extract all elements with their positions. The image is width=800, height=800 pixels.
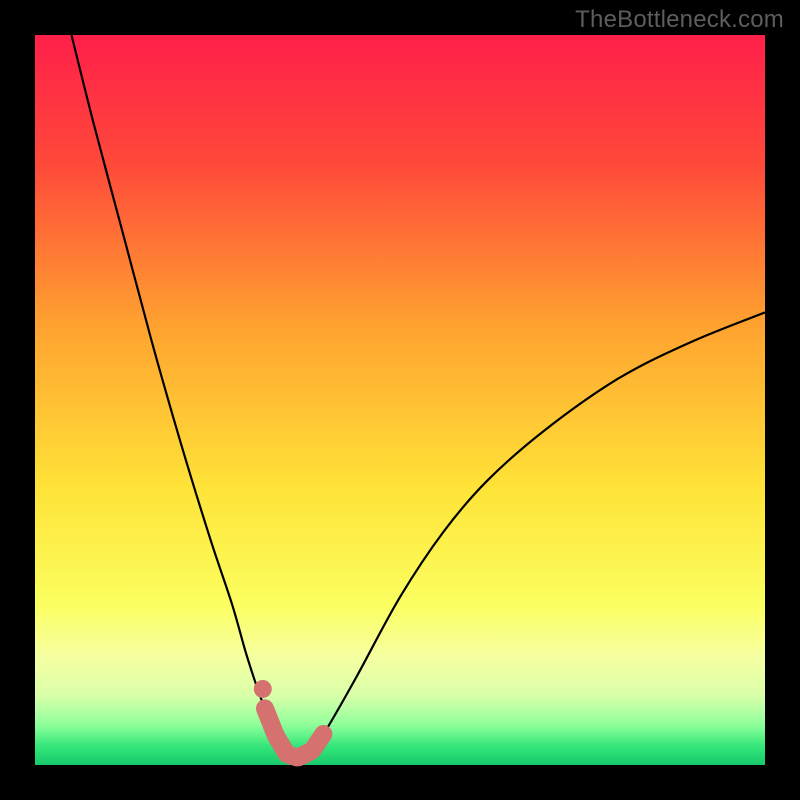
highlight-dot-extra xyxy=(258,704,274,720)
bottleneck-curve xyxy=(72,35,766,758)
highlight-dot-left xyxy=(254,680,272,698)
watermark-text: TheBottleneck.com xyxy=(575,6,784,34)
chart-svg xyxy=(35,35,765,765)
highlight-segment xyxy=(265,708,323,757)
outer-frame: TheBottleneck.com xyxy=(0,0,800,800)
